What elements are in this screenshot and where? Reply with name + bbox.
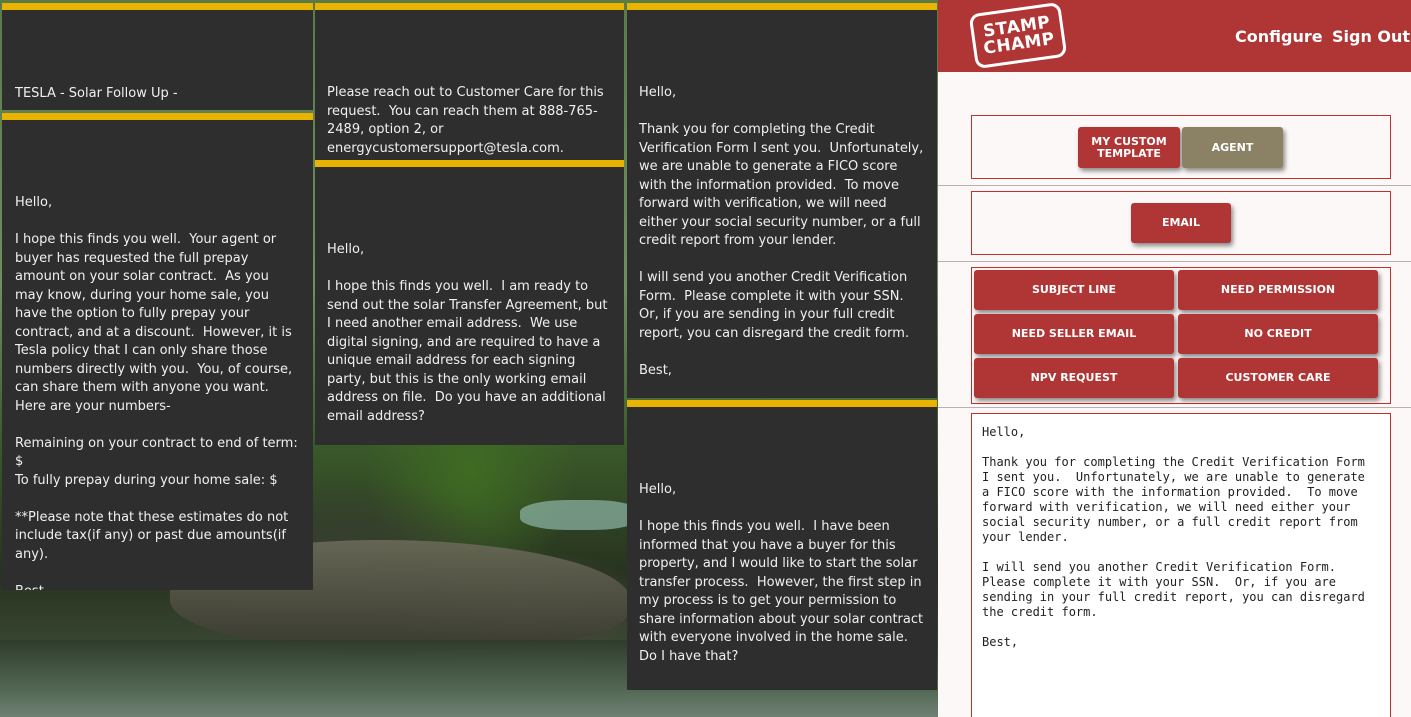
card-text: Please reach out to Customer Care for th… xyxy=(327,85,608,156)
template-card-customer-care[interactable]: Please reach out to Customer Care for th… xyxy=(315,3,624,161)
card-text: TESLA - Solar Follow Up - xyxy=(15,86,178,101)
template-card-need-seller-email[interactable]: Hello, I hope this finds you well. I am … xyxy=(315,160,624,445)
subject-line-button[interactable]: SUBJECT LINE xyxy=(974,270,1174,310)
need-seller-email-button[interactable]: NEED SELLER EMAIL xyxy=(974,314,1174,354)
npv-request-button[interactable]: NPV REQUEST xyxy=(974,358,1174,398)
channel-box: EMAIL xyxy=(971,191,1391,255)
stamp-champ-logo[interactable]: STAMP CHAMP xyxy=(968,1,1068,70)
card-text: Hello, I hope this finds you well. I hav… xyxy=(639,482,924,664)
top-bar: STAMP CHAMP Configure Sign Out xyxy=(938,0,1411,72)
configure-link[interactable]: Configure xyxy=(1235,27,1323,46)
template-buttons-box: SUBJECT LINE NEED PERMISSION NEED SELLER… xyxy=(971,267,1391,404)
template-type-box: MY CUSTOM TEMPLATE AGENT xyxy=(971,115,1391,179)
email-button[interactable]: EMAIL xyxy=(1131,203,1231,243)
divider xyxy=(938,261,1411,262)
template-card-need-permission[interactable]: Hello, I hope this finds you well. I hav… xyxy=(627,400,937,690)
sign-out-link[interactable]: Sign Out xyxy=(1332,27,1410,46)
template-preview-textarea[interactable]: Hello, Thank you for completing the Cred… xyxy=(971,413,1391,717)
lake-shape xyxy=(520,500,640,530)
control-panel: STAMP CHAMP Configure Sign Out MY CUSTOM… xyxy=(938,0,1411,717)
agent-button[interactable]: AGENT xyxy=(1182,127,1283,168)
divider xyxy=(938,407,1411,408)
template-card-subject-line[interactable]: TESLA - Solar Follow Up - xyxy=(2,3,313,110)
divider xyxy=(938,185,1411,186)
card-text: Hello, I hope this finds you well. I am … xyxy=(327,242,608,424)
card-text: Hello, Thank you for completing the Cred… xyxy=(639,85,924,378)
card-text: Hello, I hope this finds you well. Your … xyxy=(15,195,298,590)
template-card-npv-request[interactable]: Hello, I hope this finds you well. Your … xyxy=(2,113,313,590)
template-card-no-credit[interactable]: Hello, Thank you for completing the Cred… xyxy=(627,3,937,398)
no-credit-button[interactable]: NO CREDIT xyxy=(1178,314,1378,354)
need-permission-button[interactable]: NEED PERMISSION xyxy=(1178,270,1378,310)
customer-care-button[interactable]: CUSTOMER CARE xyxy=(1178,358,1378,398)
my-custom-template-button[interactable]: MY CUSTOM TEMPLATE xyxy=(1078,127,1180,168)
